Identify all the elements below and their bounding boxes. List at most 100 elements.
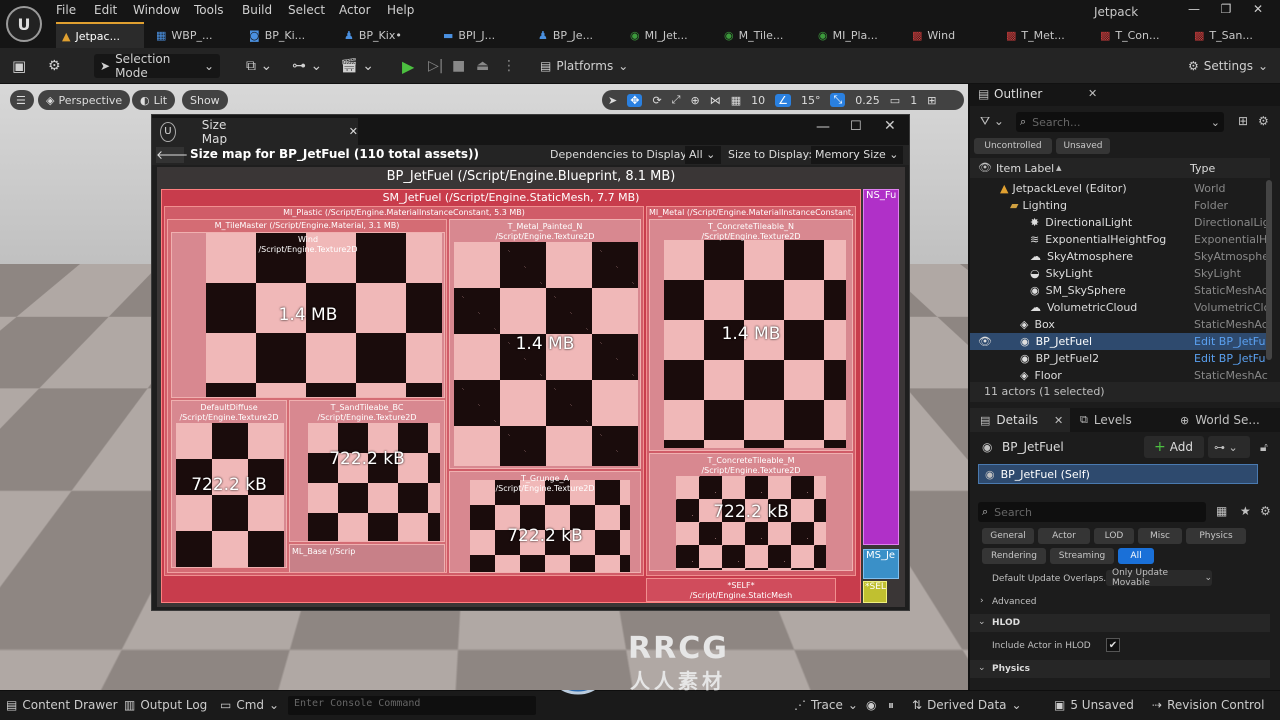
more-options-icon[interactable]: ⋮ (502, 54, 516, 78)
translate-icon[interactable]: ✥ (627, 93, 643, 107)
tab-bpi-j[interactable]: ▬ BPI_J... (437, 22, 529, 48)
revision-control-button[interactable]: ⇢ Revision Control (1152, 698, 1264, 712)
settings-icon[interactable]: ⚙ (1258, 114, 1269, 128)
close-tab-icon[interactable]: ✕ (1088, 87, 1097, 100)
visibility-eye-icon[interactable]: 👁︎ (978, 335, 992, 348)
menu-help[interactable]: Help (387, 3, 414, 17)
maximize-viewport-icon[interactable]: ⊞ (927, 94, 936, 107)
deps-dropdown[interactable]: All ⌄ (685, 146, 721, 164)
tab-world-settings[interactable]: ⊕ World Se... (1176, 408, 1280, 432)
treemap-node-mi-metal[interactable]: MI_Metal (/Script/Engine.MaterialInstanc… (646, 206, 856, 576)
record-icon[interactable]: ◉ (866, 698, 876, 712)
filter-misc[interactable]: Misc (1138, 528, 1182, 544)
scale-snap-icon[interactable]: ⤡ (830, 93, 846, 107)
outliner-row[interactable]: ◉ BP_JetFuel2 Edit BP_JetFu (970, 350, 1270, 367)
settings-icon[interactable]: ⚙ (1260, 504, 1271, 518)
treemap-node-sm-jetfuel[interactable]: SM_JetFuel (/Script/Engine.StaticMesh, 7… (161, 189, 861, 603)
unsaved-button[interactable]: ▣ 5 Unsaved (1054, 698, 1134, 712)
menu-actor[interactable]: Actor (339, 3, 371, 17)
outliner-scrollbar[interactable] (1266, 180, 1272, 360)
tab-jetpack-level[interactable]: ▲ Jetpac... (56, 22, 144, 48)
size-map-tab[interactable]: U Size Map ✕ (152, 118, 358, 146)
selection-mode-dropdown[interactable]: ➤ Selection Mode ⌄ (94, 52, 220, 80)
content-drawer-button[interactable]: ▤ Content Drawer (6, 698, 118, 712)
tab-t-met[interactable]: ▩ T_Met... (1000, 22, 1092, 48)
component-self-row[interactable]: ◉ BP_JetFuel (Self) (978, 464, 1258, 484)
treemap-node-ms-je[interactable]: MS_Je (863, 549, 899, 579)
treemap-node-grunge[interactable]: T_Grunge_A /Script/Engine.Texture2D 722.… (449, 471, 641, 573)
col-type[interactable]: Type (1190, 162, 1215, 175)
unreal-logo-icon[interactable]: U (6, 6, 42, 42)
filter-uncontrolled[interactable]: Uncontrolled (974, 138, 1052, 154)
filter-all[interactable]: All (1118, 548, 1154, 564)
outliner-search[interactable]: ⌕ Search... ⌄ (1016, 112, 1224, 132)
add-actor-icon[interactable]: ⧉ ⌄ (246, 54, 272, 78)
outliner-row[interactable]: ◈ Box StaticMeshAc (970, 316, 1270, 333)
add-folder-icon[interactable]: ⊞ (1238, 114, 1248, 128)
cinematics-icon[interactable]: 🎬︎ ⌄ (340, 54, 374, 78)
outliner-row[interactable]: ☁ VolumetricCloud VolumetricClo (970, 299, 1270, 316)
treemap-node-concrete-n[interactable]: T_ConcreteTileable_N /Script/Engine.Text… (649, 219, 853, 451)
size-dropdown[interactable]: Memory Size ⌄ (811, 146, 903, 164)
surface-snap-icon[interactable]: ⋈ (710, 94, 721, 107)
filter-unsaved[interactable]: Unsaved (1056, 138, 1110, 154)
filter-lod[interactable]: LOD (1094, 528, 1134, 544)
select-icon[interactable]: ➤ (608, 94, 617, 107)
treemap-node-ml-base[interactable]: ML_Base (/Scrip (289, 544, 445, 572)
rotate-icon[interactable]: ⟳ (652, 94, 661, 107)
property-matrix-icon[interactable]: ▦ (1216, 504, 1227, 518)
treemap-node-concrete-m[interactable]: T_ConcreteTileable_M /Script/Engine.Text… (649, 453, 853, 571)
lit-button[interactable]: ◐ Lit (132, 90, 176, 110)
pause-icon[interactable]: ⏸ (888, 698, 894, 713)
perspective-button[interactable]: ◈ Perspective (38, 90, 131, 110)
treemap-node-ns-fu[interactable]: NS_Fu (863, 189, 899, 545)
stop-icon[interactable]: ■ (452, 54, 465, 78)
save-icon[interactable]: ▣ (12, 54, 26, 78)
outliner-row[interactable]: ≋ ExponentialHeightFog ExponentialHe (970, 231, 1270, 248)
outliner-row[interactable]: ☁ SkyAtmosphere SkyAtmosphe (970, 248, 1270, 265)
add-component-button[interactable]: + Add (1144, 436, 1204, 458)
console-input[interactable]: Enter Console Command (288, 696, 536, 715)
filter-icon[interactable]: ⛛ ⌄ (980, 114, 1004, 129)
update-overlaps-dropdown[interactable]: Only Update Movable ⌄ (1106, 568, 1212, 588)
angle-snap-icon[interactable]: ∠ (775, 93, 791, 107)
filter-general[interactable]: General (982, 528, 1034, 544)
tab-bp-je[interactable]: ♟ BP_Je... (532, 22, 622, 48)
chevron-right-icon[interactable]: › (980, 596, 984, 606)
outliner-row[interactable]: ◉ SM_SkySphere StaticMeshAc (970, 282, 1270, 299)
treemap-node-sel[interactable]: *SEL (863, 581, 887, 603)
grid-snap-icon[interactable]: ▦ (731, 94, 741, 107)
outliner-row[interactable]: ✸ DirectionalLight DirectionalLig (970, 214, 1270, 231)
scale-icon[interactable]: ⤢ (672, 93, 681, 107)
minimize-icon[interactable]: — (816, 119, 830, 135)
treemap-node-metal-painted[interactable]: T_Metal_Painted_N /Script/Engine.Texture… (449, 219, 641, 469)
trace-dropdown[interactable]: ⋰ Trace ⌄ (794, 698, 858, 712)
camera-speed-icon[interactable]: ▭ (890, 94, 900, 107)
maximize-icon[interactable]: ☐ (850, 119, 862, 134)
play-icon[interactable]: ▶ (402, 54, 414, 78)
outliner-row[interactable]: ◒ SkyLight SkyLight (970, 265, 1270, 282)
treemap-node-self[interactable]: *SELF* /Script/Engine.StaticMesh (646, 578, 836, 602)
tab-details[interactable]: ▤ Details ✕ (970, 408, 1070, 432)
tab-levels[interactable]: ⧉ Levels (1074, 408, 1174, 432)
menu-file[interactable]: File (56, 3, 76, 17)
derived-data-dropdown[interactable]: ⇅ Derived Data ⌄ (912, 698, 1022, 712)
output-log-button[interactable]: ▥ Output Log (124, 698, 207, 712)
tab-bp-kix[interactable]: ♟ BP_Kix• (338, 22, 434, 48)
blueprint-icon[interactable]: ⊶ ⌄ (292, 54, 322, 78)
tab-t-san[interactable]: ▩ T_San... (1188, 22, 1280, 48)
world-icon[interactable]: ⊕ (690, 94, 699, 107)
outliner-row-selected[interactable]: 👁︎ ◉ BP_JetFuel Edit BP_JetFu (970, 333, 1270, 350)
favorite-star-icon[interactable]: ★ (1240, 504, 1251, 518)
advanced-section[interactable]: Advanced (992, 597, 1036, 607)
filter-rendering[interactable]: Rendering (982, 548, 1046, 564)
close-window-icon[interactable]: ✕ (1246, 2, 1270, 16)
tab-bp-ki[interactable]: ◙ BP_Ki... (243, 22, 335, 48)
platforms-dropdown[interactable]: ▤ Platforms ⌄ (540, 54, 628, 78)
viewport-menu-icon[interactable]: ☰ (10, 90, 34, 110)
minimize-icon[interactable]: — (1182, 2, 1206, 16)
menu-tools[interactable]: Tools (194, 3, 224, 17)
eject-icon[interactable]: ⏏ (476, 54, 489, 78)
lock-icon[interactable]: 🔓︎ (1260, 440, 1268, 455)
treemap-node-default-diffuse[interactable]: DefaultDiffuse /Script/Engine.Texture2D … (171, 400, 287, 568)
